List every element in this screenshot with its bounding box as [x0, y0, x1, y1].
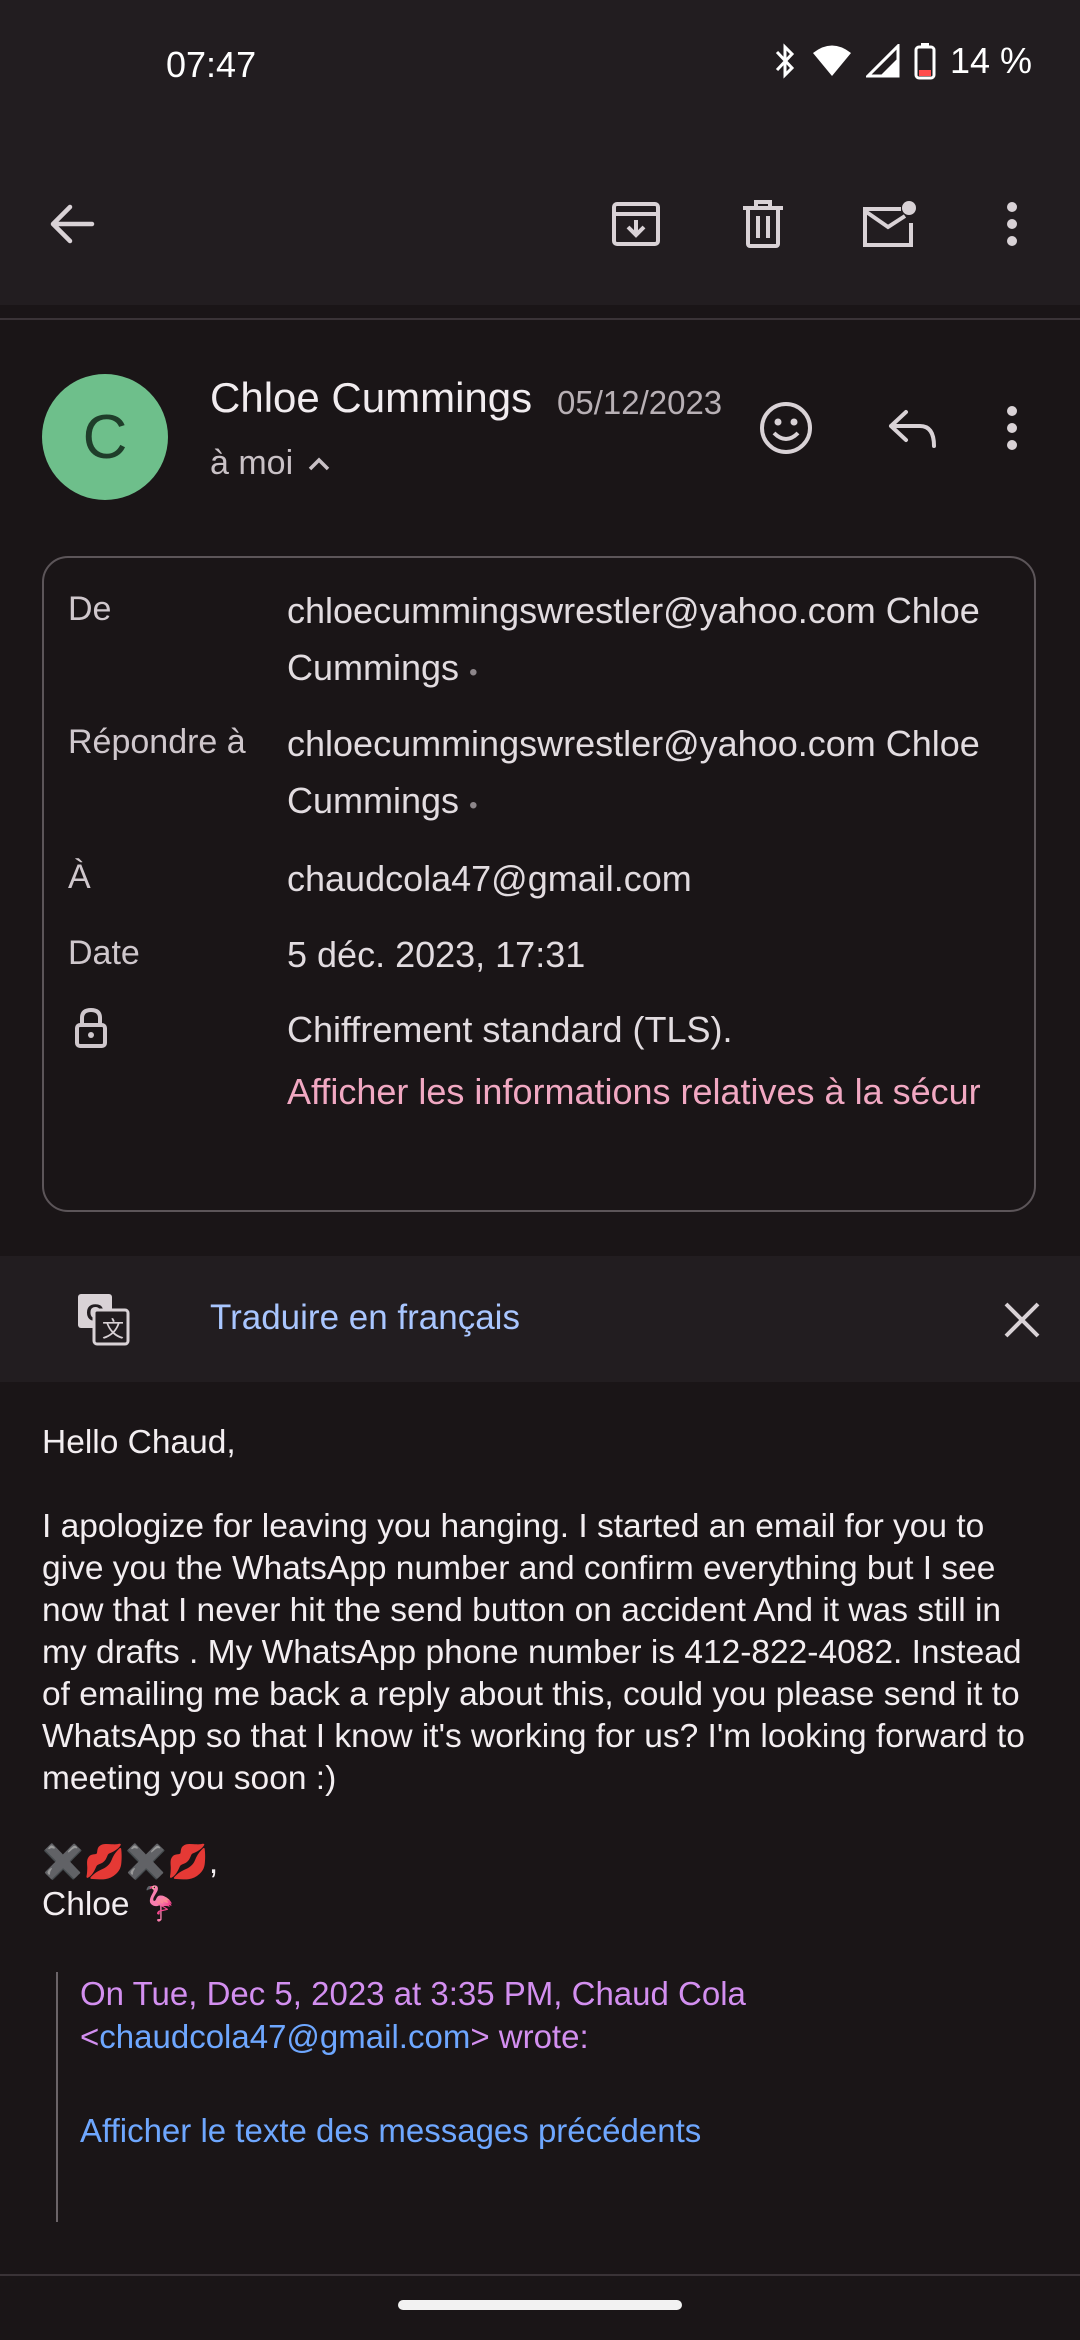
body-paragraph: I apologize for leaving you hanging. I s… [42, 1508, 1025, 1797]
quoted-message: On Tue, Dec 5, 2023 at 3:35 PM, Chaud Co… [56, 1972, 1048, 2222]
archive-icon [612, 202, 660, 246]
back-button[interactable] [32, 184, 112, 264]
reply-to-address: chloecummingswrestler@yahoo.com Chloe Cu… [287, 723, 980, 821]
divider [0, 318, 1080, 320]
status-icons: 14 % [772, 40, 1032, 82]
bluetooth-icon [775, 43, 795, 79]
reply-icon [889, 410, 936, 448]
status-time: 07:47 [166, 44, 257, 85]
recipients-label: à moi [210, 444, 294, 482]
recipients-toggle[interactable]: à moi [210, 444, 331, 483]
chevron-up-icon [308, 457, 330, 470]
reply-button[interactable] [874, 390, 950, 466]
from-value[interactable]: chloecummingswrestler@yahoo.com Chloe Cu… [287, 582, 1027, 701]
top-toolbar [0, 140, 1080, 305]
to-value: chaudcola47@gmail.com [287, 858, 692, 899]
translate-icon: G文 [78, 1294, 130, 1346]
more-vert-icon [1007, 406, 1017, 450]
quote-attribution: On Tue, Dec 5, 2023 at 3:35 PM, Chaud Co… [80, 1972, 1020, 2058]
sender-name: Chloe Cummings [210, 374, 533, 421]
trash-icon [743, 200, 783, 248]
more-options-button[interactable] [972, 184, 1052, 264]
message-date: 05/12/2023 [557, 384, 723, 421]
security-info-link[interactable]: Afficher les informations relatives à la… [287, 1063, 1027, 1120]
greeting: Hello Chaud, [42, 1424, 236, 1461]
close-icon [1004, 1302, 1040, 1338]
battery-level: 14 % [949, 40, 1032, 81]
signal-icon [865, 44, 900, 78]
more-vert-icon [1007, 202, 1017, 246]
quote-suffix: > wrote: [470, 2018, 589, 2055]
translate-link[interactable]: Traduire en français [210, 1298, 520, 1338]
dismiss-translate-button[interactable] [990, 1292, 1054, 1348]
date-value: 5 déc. 2023, 17:31 [287, 934, 586, 975]
mark-unread-button[interactable] [850, 184, 930, 264]
signature: Chloe 🦩 [42, 1886, 181, 1923]
mail-unread-icon [863, 201, 916, 247]
add-reaction-button[interactable] [748, 390, 824, 466]
avatar[interactable]: C [42, 374, 168, 500]
date-label: Date [68, 934, 140, 972]
home-indicator[interactable] [398, 2300, 682, 2310]
dot-separator: • [469, 792, 478, 819]
lock-icon [75, 1007, 107, 1048]
delete-button[interactable] [723, 184, 803, 264]
reply-to-value[interactable]: chloecummingswrestler@yahoo.com Chloe Cu… [287, 715, 1027, 834]
from-label: De [68, 590, 112, 628]
archive-button[interactable] [596, 184, 676, 264]
back-arrow-icon [50, 204, 95, 244]
quote-email-link[interactable]: chaudcola47@gmail.com [99, 2018, 470, 2055]
wifi-icon [812, 45, 851, 76]
emoji-icon [760, 402, 812, 454]
reply-to-label: Répondre à [68, 723, 246, 761]
dot-separator: • [469, 659, 478, 686]
svg-text:文: 文 [102, 1317, 124, 1342]
divider [0, 2274, 1080, 2276]
message-more-button[interactable] [984, 390, 1040, 466]
to-label: À [68, 858, 91, 896]
signoff: ✖️💋✖️💋, [42, 1844, 219, 1881]
show-previous-messages-link[interactable]: Afficher le texte des messages précédent… [80, 2112, 701, 2150]
message-body: Hello Chaud, I apologize for leaving you… [42, 1422, 1042, 1926]
translate-bar [0, 1256, 1080, 1382]
encryption-info: Chiffrement standard (TLS). [287, 1009, 733, 1050]
battery-icon [914, 43, 936, 80]
from-address: chloecummingswrestler@yahoo.com Chloe Cu… [287, 590, 980, 688]
